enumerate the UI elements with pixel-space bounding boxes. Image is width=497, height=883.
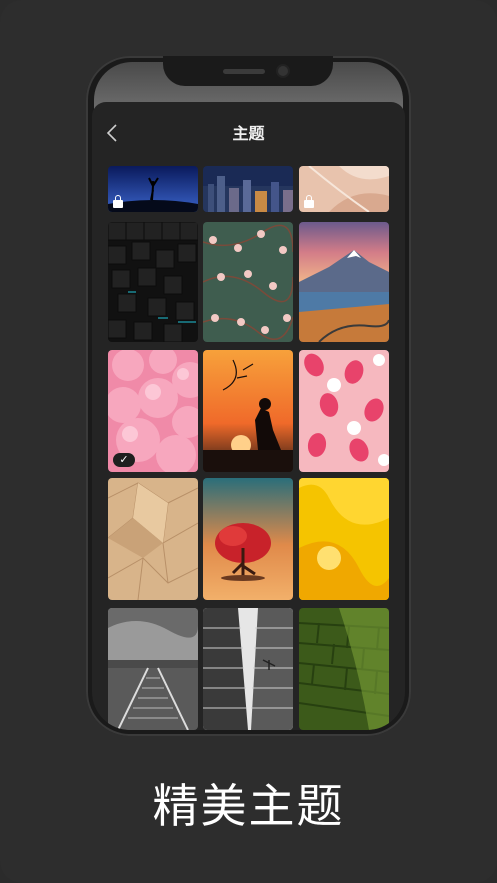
lock-icon xyxy=(304,195,314,208)
wallpaper-image xyxy=(299,608,389,730)
top-bar: 主题 xyxy=(92,102,405,164)
theme-tile-cherry-blossom-pattern[interactable] xyxy=(203,222,293,342)
theme-tile-sunset-silhouette[interactable] xyxy=(203,350,293,472)
wallpaper-image xyxy=(203,166,293,212)
wallpaper-image xyxy=(203,350,293,472)
wallpaper-image xyxy=(203,478,293,600)
theme-tile-red-tree-sunset[interactable] xyxy=(203,478,293,600)
wallpaper-image xyxy=(203,608,293,730)
wallpaper-image xyxy=(299,478,389,600)
promo-caption: 精美主题 xyxy=(152,779,345,833)
theme-tile-pink-spheres[interactable]: ✓ xyxy=(108,350,198,472)
theme-grid: ✓ xyxy=(92,166,405,730)
camera-icon xyxy=(278,66,288,76)
theme-tile-dragon-fruit-pattern[interactable] xyxy=(299,350,389,472)
theme-tile-wooden-polygons[interactable] xyxy=(108,478,198,600)
selected-check-icon: ✓ xyxy=(113,453,135,467)
phone-frame: 主题 ✓ xyxy=(86,56,411,736)
theme-tile-yellow-gradient[interactable] xyxy=(299,478,389,600)
theme-tile-city-night[interactable] xyxy=(203,166,293,212)
theme-tile-night-silhouette[interactable] xyxy=(108,166,198,212)
theme-tile-skyscraper-plane[interactable] xyxy=(203,608,293,730)
wallpaper-image xyxy=(203,222,293,342)
lock-icon xyxy=(113,195,123,208)
promo-card: 主题 ✓ 精美主题 xyxy=(0,0,497,883)
page-title: 主题 xyxy=(232,124,265,143)
theme-tile-dark-cubes[interactable] xyxy=(108,222,198,342)
theme-tile-mountain-lake[interactable] xyxy=(299,222,389,342)
phone-notch xyxy=(163,56,333,86)
theme-tile-green-moss-wall[interactable] xyxy=(299,608,389,730)
theme-tile-peach-abstract[interactable] xyxy=(299,166,389,212)
speaker-icon xyxy=(223,69,265,74)
theme-tile-railway-bw[interactable] xyxy=(108,608,198,730)
wallpaper-image xyxy=(299,350,389,472)
theme-screen: 主题 ✓ xyxy=(92,102,405,730)
wallpaper-image xyxy=(108,608,198,730)
wallpaper-image xyxy=(299,222,389,342)
wallpaper-image xyxy=(108,478,198,600)
wallpaper-image xyxy=(108,222,198,342)
